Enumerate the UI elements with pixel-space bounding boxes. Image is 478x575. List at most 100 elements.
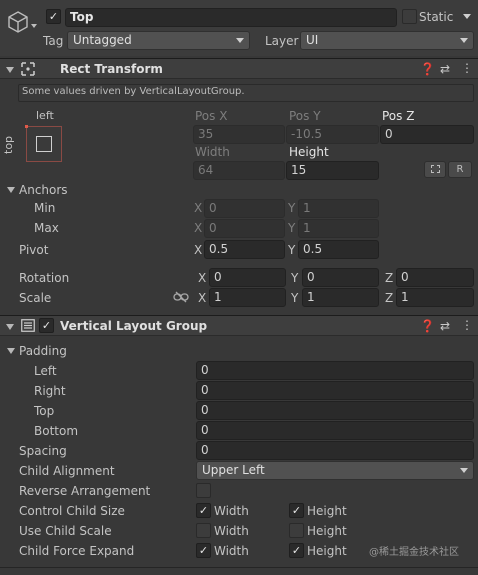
static-label: Static <box>419 10 454 24</box>
constrain-proportions-icon[interactable] <box>173 291 189 303</box>
bottom-divider <box>0 567 478 568</box>
spacing-label: Spacing <box>19 444 67 458</box>
layer-dropdown[interactable]: UI <box>300 31 474 50</box>
vertical-layout-group-title: Vertical Layout Group <box>60 319 208 333</box>
expand-width-label: Width <box>214 544 249 558</box>
rot-y-field[interactable]: 0 <box>302 268 379 287</box>
width-field[interactable]: 64 <box>193 161 285 180</box>
rot-z-field[interactable]: 0 <box>396 268 474 287</box>
layer-label: Layer <box>265 34 299 48</box>
scale-x-field[interactable]: 1 <box>209 288 286 307</box>
raw-edit-button[interactable]: R <box>448 161 472 178</box>
blueprint-mode-button[interactable] <box>424 161 446 178</box>
pivot-y-axis-label: Y <box>288 243 296 257</box>
child-alignment-dropdown[interactable]: Upper Left <box>196 461 474 480</box>
max-y-field[interactable]: 1 <box>298 219 379 238</box>
height-field[interactable]: 15 <box>286 161 379 180</box>
padding-left-label: Left <box>34 364 57 378</box>
presets-icon[interactable]: ⇄ <box>440 62 450 76</box>
control-width-label: Width <box>214 504 249 518</box>
min-y-axis-label: Y <box>288 201 296 215</box>
padding-left-field[interactable]: 0 <box>196 361 474 380</box>
min-y-field[interactable]: 1 <box>298 199 379 218</box>
scale-z-axis-label: Z <box>385 291 394 305</box>
scale-height-checkbox[interactable] <box>289 523 304 538</box>
chevron-down-icon <box>460 468 468 473</box>
reverse-arrangement-checkbox[interactable] <box>196 483 211 498</box>
foldout-arrow-icon[interactable] <box>6 324 14 330</box>
tag-value: Untagged <box>73 33 132 47</box>
control-height-checkbox[interactable]: ✓ <box>289 503 304 518</box>
control-width-checkbox[interactable]: ✓ <box>196 503 211 518</box>
chevron-down-icon <box>460 38 468 43</box>
active-checkbox[interactable]: ✓ <box>46 9 61 24</box>
rot-z-axis-label: Z <box>385 271 394 285</box>
pivot-x-field[interactable]: 0.5 <box>204 240 285 259</box>
padding-top-label: Top <box>34 404 55 418</box>
min-x-axis-label: X <box>194 201 203 215</box>
padding-foldout-icon[interactable] <box>7 348 15 354</box>
more-options-icon[interactable]: ⋮ <box>461 318 473 332</box>
presets-icon[interactable]: ⇄ <box>440 319 450 333</box>
padding-top-field[interactable]: 0 <box>196 401 474 420</box>
pivot-label: Pivot <box>19 243 49 257</box>
scale-width-label: Width <box>214 524 249 538</box>
pos-z-label: Pos Z <box>382 109 415 123</box>
scale-y-axis-label: Y <box>291 291 299 305</box>
driven-note-text: Some values driven by VerticalLayoutGrou… <box>22 86 245 97</box>
rect-transform-title: Rect Transform <box>60 62 163 76</box>
reverse-arrangement-label: Reverse Arrangement <box>19 484 151 498</box>
rot-x-axis-label: X <box>198 271 207 285</box>
driven-note: Some values driven by VerticalLayoutGrou… <box>18 84 474 102</box>
min-label: Min <box>34 201 56 215</box>
pivot-x-axis-label: X <box>194 243 203 257</box>
more-options-icon[interactable]: ⋮ <box>461 61 473 75</box>
blueprint-icon <box>430 165 440 173</box>
anchor-v-label: top <box>2 135 15 154</box>
chevron-down-icon <box>236 38 244 43</box>
scale-label: Scale <box>19 291 52 305</box>
padding-right-field[interactable]: 0 <box>196 381 474 400</box>
static-dropdown-icon[interactable] <box>463 14 471 19</box>
pos-x-label: Pos X <box>195 109 228 123</box>
expand-width-checkbox[interactable]: ✓ <box>196 543 211 558</box>
component-enabled-checkbox[interactable]: ✓ <box>39 318 54 333</box>
foldout-arrow-icon[interactable] <box>6 67 14 73</box>
padding-right-label: Right <box>34 384 66 398</box>
pos-z-field[interactable]: 0 <box>380 125 474 144</box>
gameobject-name-input[interactable]: Top <box>65 8 397 27</box>
watermark: @稀土掘金技术社区 <box>369 547 459 558</box>
rect-transform-icon <box>21 62 35 76</box>
scale-width-checkbox[interactable] <box>196 523 211 538</box>
pivot-y-field[interactable]: 0.5 <box>298 240 379 259</box>
pos-y-label: Pos Y <box>289 109 321 123</box>
pos-y-field[interactable]: -10.5 <box>286 125 379 144</box>
layout-group-icon <box>21 319 35 332</box>
rot-x-field[interactable]: 0 <box>209 268 286 287</box>
child-alignment-value: Upper Left <box>202 463 265 477</box>
anchor-preset-button[interactable] <box>25 125 62 162</box>
anchors-foldout-icon[interactable] <box>7 187 15 193</box>
max-label: Max <box>34 221 59 235</box>
max-x-field[interactable]: 0 <box>204 219 285 238</box>
height-label: Height <box>289 145 329 159</box>
help-icon[interactable]: ❓ <box>420 319 435 333</box>
scale-z-field[interactable]: 1 <box>396 288 474 307</box>
scale-y-field[interactable]: 1 <box>302 288 379 307</box>
pos-x-field[interactable]: 35 <box>193 125 285 144</box>
tag-label: Tag <box>43 34 64 48</box>
layer-value: UI <box>306 33 319 47</box>
padding-bottom-field[interactable]: 0 <box>196 421 474 440</box>
chevron-down-icon[interactable] <box>31 24 37 28</box>
min-x-field[interactable]: 0 <box>204 199 285 218</box>
spacing-field[interactable]: 0 <box>196 441 474 460</box>
tag-dropdown[interactable]: Untagged <box>67 31 250 50</box>
child-force-expand-label: Child Force Expand <box>19 544 135 558</box>
static-checkbox[interactable] <box>402 9 417 24</box>
expand-height-label: Height <box>307 544 347 558</box>
help-icon[interactable]: ❓ <box>420 62 435 76</box>
gameobject-cube-icon <box>8 11 28 33</box>
expand-height-checkbox[interactable]: ✓ <box>289 543 304 558</box>
padding-bottom-label: Bottom <box>34 424 79 438</box>
control-child-size-label: Control Child Size <box>19 504 125 518</box>
